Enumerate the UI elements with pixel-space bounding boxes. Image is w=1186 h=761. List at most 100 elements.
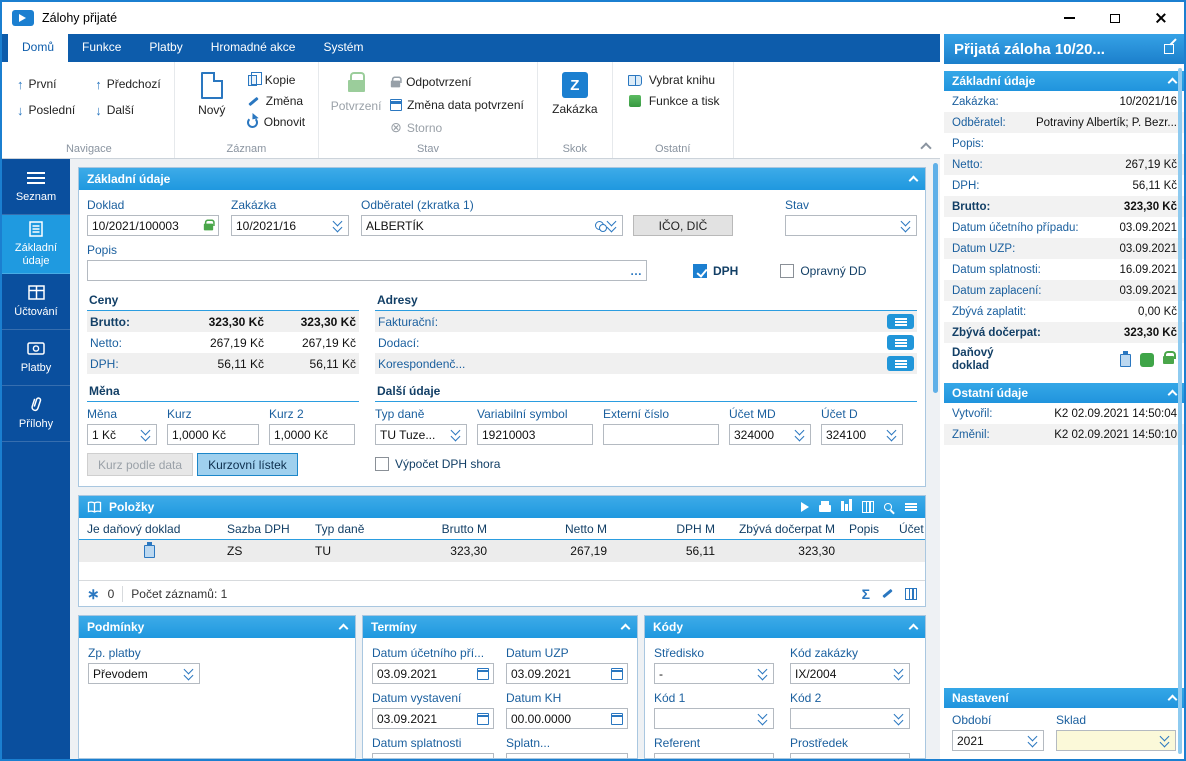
minimize-button[interactable] — [1046, 2, 1092, 34]
col-netto-m[interactable]: Netto M — [495, 522, 615, 536]
datum-vystaveni-field[interactable]: 03.09.2021 — [372, 708, 494, 729]
sidebar-item-prilohy[interactable]: Přílohy — [2, 386, 70, 443]
collapse-chevron-icon[interactable] — [908, 175, 919, 186]
opravny-dd-checkbox-group[interactable]: Opravný DD — [780, 264, 866, 278]
fakturacni-address-menu-button[interactable] — [887, 314, 914, 329]
externi-cislo-field[interactable] — [603, 424, 719, 445]
kod2-select[interactable] — [790, 708, 910, 729]
datum-kh-field[interactable]: 00.00.0000 — [506, 708, 628, 729]
calendar-icon[interactable] — [477, 667, 489, 680]
calendar-icon[interactable] — [611, 667, 623, 680]
datum-splatnosti-field[interactable] — [372, 753, 494, 758]
select-book-button[interactable]: Vybrat knihu — [621, 71, 725, 89]
printer-icon[interactable] — [819, 501, 831, 512]
tax-document-icon[interactable] — [1120, 351, 1131, 367]
obdobi-select[interactable]: 2021 — [952, 730, 1044, 751]
copy-button[interactable]: Kopie — [241, 71, 310, 89]
ucet-d-select[interactable]: 324100 — [821, 424, 903, 445]
zp-platby-select[interactable]: Převodem — [88, 663, 200, 684]
collapse-chevron-icon[interactable] — [338, 623, 349, 634]
functions-print-button[interactable]: Funkce a tisk — [621, 92, 725, 110]
tab-domu[interactable]: Domů — [8, 34, 69, 62]
tab-funkce[interactable]: Funkce — [68, 34, 135, 62]
collapse-chevron-icon[interactable] — [1167, 694, 1178, 705]
kod1-select[interactable] — [654, 708, 774, 729]
refresh-button[interactable]: Obnovit — [241, 113, 310, 131]
datum-ucetniho-field[interactable]: 03.09.2021 — [372, 663, 494, 684]
dph-checkbox-group[interactable]: DPH — [693, 264, 738, 278]
ribbon-collapse-chevron[interactable] — [920, 142, 932, 154]
magnifier-icon[interactable] — [884, 503, 892, 511]
partner-link-icon[interactable] — [595, 221, 607, 232]
col-zbyva-docerpat-m[interactable]: Zbývá dočerpat M — [723, 522, 843, 536]
kurz2-field[interactable]: 1,0000 Kč — [269, 424, 355, 445]
ucet-md-select[interactable]: 324000 — [729, 424, 811, 445]
collapse-chevron-icon[interactable] — [908, 623, 919, 634]
sum-icon[interactable]: Σ — [862, 586, 870, 602]
scrollbar-thumb[interactable] — [933, 163, 938, 393]
splatnost-field[interactable] — [506, 753, 628, 758]
variabilni-symbol-field[interactable]: 19210003 — [477, 424, 593, 445]
next-button[interactable]: ↓ Další — [90, 101, 166, 120]
dodaci-address-menu-button[interactable] — [887, 335, 914, 350]
kurzovni-listek-button[interactable]: Kurzovní lístek — [197, 453, 298, 476]
col-popis[interactable]: Popis — [843, 522, 893, 536]
typ-dane-select[interactable]: TU Tuze... — [375, 424, 467, 445]
collapse-chevron-icon[interactable] — [620, 623, 631, 634]
maximize-button[interactable] — [1092, 2, 1138, 34]
doklad-field[interactable]: 10/2021/100003 — [87, 215, 219, 236]
last-button[interactable]: ↓ Poslední — [12, 101, 80, 120]
sidebar-item-platby[interactable]: Platby — [2, 330, 70, 387]
preview-scrollbar[interactable] — [1177, 68, 1183, 754]
opravny-dd-checkbox[interactable] — [780, 264, 795, 278]
ico-dic-button[interactable]: IČO, DIČ — [633, 215, 733, 236]
datum-uzp-field[interactable]: 03.09.2021 — [506, 663, 628, 684]
collapse-chevron-icon[interactable] — [1167, 389, 1178, 400]
scrollbar-thumb[interactable] — [1178, 68, 1182, 754]
vypocet-dph-checkbox[interactable] — [375, 457, 389, 471]
tab-system[interactable]: Systém — [309, 34, 377, 62]
edit-button[interactable]: Změna — [241, 92, 310, 110]
col-ucet[interactable]: Účet — [893, 522, 925, 536]
sklad-select[interactable] — [1056, 730, 1176, 751]
prostredek-select[interactable] — [790, 753, 910, 758]
calendar-icon[interactable] — [477, 757, 489, 758]
sidebar-item-seznam[interactable]: Seznam — [2, 159, 70, 215]
new-button[interactable]: Nový — [183, 65, 241, 117]
more-icon[interactable]: … — [630, 264, 642, 278]
col-sazba-dph[interactable]: Sazba DPH — [219, 522, 307, 536]
calendar-icon[interactable] — [611, 712, 623, 725]
previous-button[interactable]: ↑ Předchozí — [90, 75, 166, 94]
unconfirm-button[interactable]: Odpotvrzení — [385, 71, 529, 93]
tab-platby[interactable]: Platby — [135, 34, 196, 62]
collapse-chevron-icon[interactable] — [1167, 77, 1178, 88]
asterisk-icon[interactable]: ∗ — [87, 585, 100, 603]
kod-zakazky-select[interactable]: IX/2004 — [790, 663, 910, 684]
change-confirm-date-button[interactable]: Změna data potvrzení — [385, 96, 529, 114]
table-settings-icon[interactable] — [905, 587, 917, 600]
sidebar-item-zakladni-udaje[interactable]: Základní údaje — [2, 215, 70, 275]
table-row[interactable]: ZS TU 323,30 267,19 56,11 323,30 — [79, 540, 925, 562]
zakazka-field[interactable]: 10/2021/16 — [231, 215, 349, 236]
col-je-danovy-doklad[interactable]: Je daňový doklad — [79, 522, 219, 536]
popis-field[interactable]: … — [87, 260, 647, 281]
col-typ-dane[interactable]: Typ daně — [307, 522, 377, 536]
columns-icon[interactable] — [862, 501, 874, 513]
mena-select[interactable]: 1 Kč — [87, 424, 157, 445]
play-icon[interactable] — [801, 502, 809, 512]
edit-icon[interactable] — [882, 588, 893, 599]
sidebar-item-uctovani[interactable]: Účtování — [2, 274, 70, 331]
referent-select[interactable] — [654, 753, 774, 758]
dph-checkbox[interactable] — [693, 264, 707, 278]
col-brutto-m[interactable]: Brutto M — [377, 522, 495, 536]
odberatel-field[interactable]: ALBERTÍK — [361, 215, 623, 236]
korespondencni-address-menu-button[interactable] — [887, 356, 914, 371]
calendar-icon[interactable] — [477, 712, 489, 725]
first-button[interactable]: ↑ První — [12, 75, 80, 94]
expand-icon[interactable] — [1164, 44, 1174, 54]
vypocet-dph-checkbox-group[interactable]: Výpočet DPH shora — [375, 457, 917, 471]
stredisko-select[interactable]: - — [654, 663, 774, 684]
main-scrollbar[interactable] — [931, 159, 940, 759]
stav-select[interactable] — [785, 215, 917, 236]
col-dph-m[interactable]: DPH M — [615, 522, 723, 536]
